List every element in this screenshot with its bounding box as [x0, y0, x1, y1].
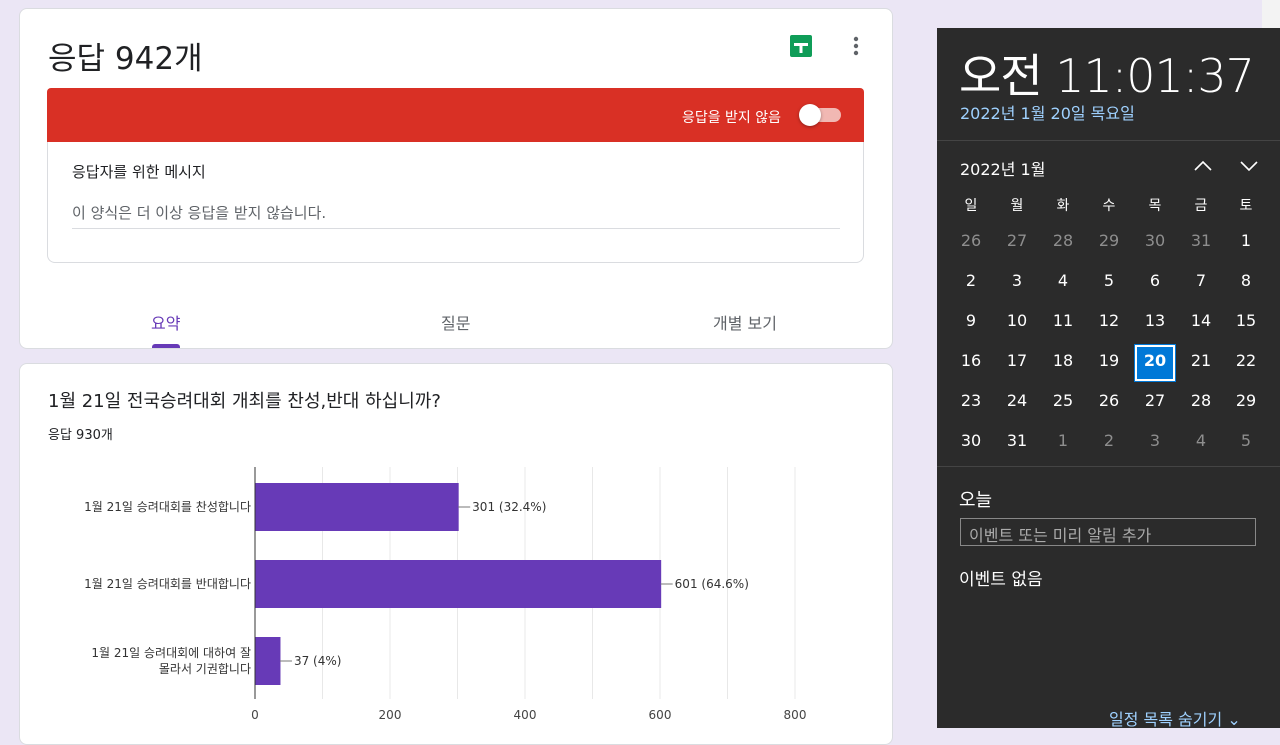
not-accepting-banner: 응답을 받지 않음 [47, 88, 864, 142]
category-label: 몰라서 기권합니다 [159, 662, 251, 676]
tab-individual[interactable]: 개별 보기 [713, 310, 777, 334]
chevron-up-icon[interactable] [1193, 158, 1213, 174]
month-label[interactable]: 2022년 1월 [960, 156, 1045, 180]
clock-time: 오전 11:01:37 [959, 49, 1255, 103]
calendar-day[interactable]: 30 [948, 421, 994, 461]
calendar-day[interactable]: 12 [1086, 301, 1132, 341]
data-label: 37 (4%) [294, 654, 341, 668]
question-summary-card: 1월 21일 전국승려대회 개최를 찬성,반대 하십니까? 응답 930개 0 2… [19, 363, 893, 745]
x-tick-label: 800 [784, 708, 807, 722]
calendar-day[interactable]: 5 [1223, 421, 1269, 461]
bar [255, 560, 662, 608]
calendar-day[interactable]: 6 [1132, 261, 1178, 301]
add-event-input[interactable]: 이벤트 또는 미리 알림 추가 [960, 518, 1256, 546]
calendar-day[interactable]: 28 [1178, 381, 1224, 421]
calendar-day[interactable]: 4 [1178, 421, 1224, 461]
question-title: 1월 21일 전국승려대회 개최를 찬성,반대 하십니까? [48, 391, 441, 412]
calendar-day[interactable]: 26 [948, 221, 994, 261]
calendar-day[interactable]: 26 [1086, 381, 1132, 421]
calendar-day[interactable]: 23 [948, 381, 994, 421]
weekday-label: 토 [1239, 198, 1253, 214]
responses-card: 응답 942개 응답을 받지 않음 응답자를 위한 메시지 이 양식은 더 이상… [19, 8, 893, 349]
calendar-day[interactable]: 5 [1086, 261, 1132, 301]
calendar-day[interactable]: 29 [1223, 381, 1269, 421]
calendar-day[interactable]: 17 [994, 341, 1040, 381]
calendar-day[interactable]: 31 [994, 421, 1040, 461]
calendar-day[interactable]: 13 [1132, 301, 1178, 341]
bar [255, 483, 459, 531]
google-sheets-icon[interactable] [790, 35, 812, 57]
calendar-day[interactable]: 11 [1040, 301, 1086, 341]
weekday-label: 화 [1056, 198, 1070, 214]
data-label: 601 (64.6%) [675, 577, 749, 591]
calendar-day[interactable]: 2 [1086, 421, 1132, 461]
x-tick-label: 0 [251, 708, 259, 722]
bar [255, 637, 281, 685]
calendar-day[interactable]: 30 [1132, 221, 1178, 261]
weekday-label: 목 [1148, 198, 1162, 214]
calendar-day[interactable]: 22 [1223, 341, 1269, 381]
x-tick-label: 200 [379, 708, 402, 722]
calendar-day[interactable]: 24 [994, 381, 1040, 421]
tab-questions[interactable]: 질문 [441, 310, 470, 334]
toggle-knob [799, 104, 821, 126]
calendar-day[interactable]: 10 [994, 301, 1040, 341]
calendar-day[interactable]: 25 [1040, 381, 1086, 421]
calendar-day[interactable]: 19 [1086, 341, 1132, 381]
calendar-day[interactable]: 1 [1040, 421, 1086, 461]
x-tick-label: 400 [514, 708, 537, 722]
question-response-count: 응답 930개 [48, 428, 113, 443]
respondent-message-box: 응답자를 위한 메시지 이 양식은 더 이상 응답을 받지 않습니다. [47, 142, 864, 263]
x-tick-label: 600 [649, 708, 672, 722]
calendar-day[interactable]: 27 [1132, 381, 1178, 421]
category-label: 1월 21일 승려대회에 대하여 잘 [91, 646, 251, 660]
weekday-label: 일 [964, 198, 978, 214]
calendar-day[interactable]: 3 [994, 261, 1040, 301]
responses-title: 응답 942개 [48, 41, 203, 77]
more-options-icon[interactable] [846, 35, 866, 57]
calendar-day[interactable]: 2 [948, 261, 994, 301]
calendar-day[interactable]: 28 [1040, 221, 1086, 261]
calendar-day[interactable]: 18 [1040, 341, 1086, 381]
calendar-day[interactable]: 4 [1040, 261, 1086, 301]
tab-summary[interactable]: 요약 [151, 310, 180, 334]
calendar-day[interactable]: 29 [1086, 221, 1132, 261]
calendar-day[interactable]: 1 [1223, 221, 1269, 261]
accepting-responses-toggle[interactable] [799, 104, 841, 126]
category-label: 1월 21일 승려대회를 찬성합니다 [84, 499, 251, 514]
weekday-label: 금 [1194, 198, 1208, 214]
calendar-day-today[interactable]: 20 [1132, 341, 1178, 381]
chevron-down-icon[interactable] [1239, 158, 1259, 174]
calendar-day[interactable]: 7 [1178, 261, 1224, 301]
calendar-day[interactable]: 16 [948, 341, 994, 381]
calendar-day[interactable]: 31 [1178, 221, 1224, 261]
calendar-day[interactable]: 14 [1178, 301, 1224, 341]
weekday-label: 월 [1010, 198, 1024, 214]
calendar-day[interactable]: 3 [1132, 421, 1178, 461]
weekday-label: 수 [1102, 198, 1116, 214]
chevron-down-icon: ⌄ [1227, 710, 1241, 729]
calendar-day[interactable]: 15 [1223, 301, 1269, 341]
scrollbar-area [1262, 0, 1280, 28]
no-events-label: 이벤트 없음 [959, 570, 1043, 590]
divider [937, 466, 1280, 467]
response-bar-chart: 0 200 400 600 800 301 (32.4%) 1월 21일 승려대회를 찬성합… [84, 467, 807, 722]
calendar-day[interactable]: 27 [994, 221, 1040, 261]
today-label: 오늘 [959, 490, 993, 511]
respondent-message-label: 응답자를 위한 메시지 [72, 163, 206, 181]
hide-agenda-label: 일정 목록 숨기기 [1109, 710, 1223, 729]
calendar-flyout: 오전 11:01:37 2022년 1월 20일 목요일 2022년 1월 일 월… [937, 28, 1280, 730]
category-label: 1월 21일 승려대회를 반대합니다 [84, 577, 251, 591]
not-accepting-label: 응답을 받지 않음 [681, 110, 781, 126]
hide-agenda-link[interactable]: 일정 목록 숨기기 ⌄ [1109, 706, 1241, 730]
data-label: 301 (32.4%) [472, 500, 546, 514]
calendar-day[interactable]: 9 [948, 301, 994, 341]
clock-date[interactable]: 2022년 1월 20일 목요일 [960, 100, 1135, 124]
calendar-day[interactable]: 8 [1223, 261, 1269, 301]
calendar-day[interactable]: 21 [1178, 341, 1224, 381]
divider [937, 140, 1280, 141]
respondent-message-input[interactable]: 이 양식은 더 이상 응답을 받지 않습니다. [72, 202, 840, 229]
active-tab-indicator [152, 344, 180, 348]
